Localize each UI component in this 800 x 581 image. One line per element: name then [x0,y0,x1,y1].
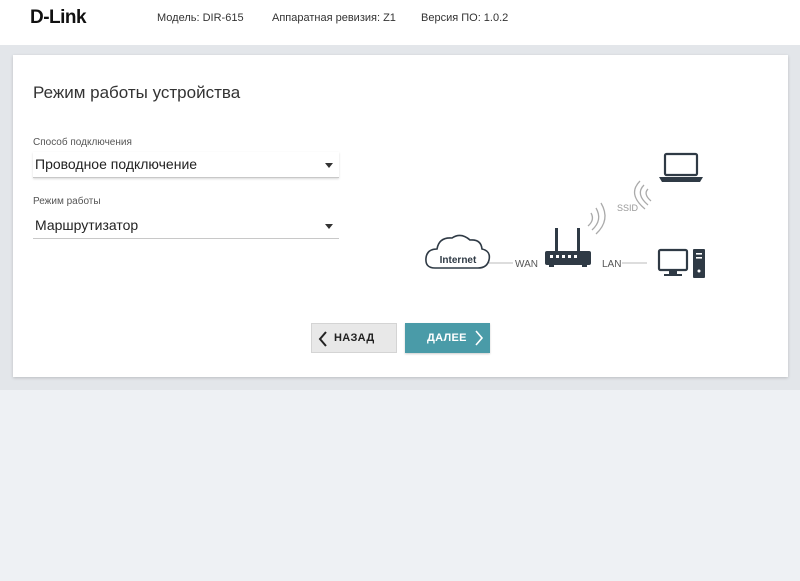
connection-method-select[interactable]: Проводное подключение [33,152,339,178]
chevron-right-icon [475,330,484,346]
cloud-icon: Internet [425,234,491,269]
desktop-computer-icon [657,248,705,278]
operation-mode-label: Режим работы [33,196,101,207]
hardware-revision-info: Аппаратная ревизия: Z1 [272,12,396,24]
header-bar: D-Link Модель: DIR-615 Аппаратная ревизи… [0,0,800,45]
connection-method-label: Способ подключения [33,137,132,148]
laptop-icon [659,152,703,182]
chevron-down-icon [325,224,333,229]
chevron-down-icon [325,163,333,168]
lan-label: LAN [602,259,621,270]
ssid-label: SSID [617,203,639,213]
model-info: Модель: DIR-615 [157,12,244,24]
operation-mode-value: Маршрутизатор [35,217,139,233]
wan-label: WAN [515,259,538,270]
router-icon [545,228,591,267]
dlink-logo: D-Link [30,7,87,28]
page-title: Режим работы устройства [33,83,241,102]
wifi-signal-icon [587,202,606,235]
connection-method-value: Проводное подключение [35,156,198,172]
wizard-card: Режим работы устройства Способ подключен… [13,55,788,377]
next-button[interactable]: ДАЛЕЕ [405,323,490,353]
operation-mode-select[interactable]: Маршрутизатор [33,213,339,239]
chevron-left-icon [318,331,327,347]
internet-label: Internet [440,255,477,266]
firmware-version-info: Версия ПО: 1.0.2 [421,12,509,24]
back-button[interactable]: НАЗАД [311,323,397,353]
back-button-label: НАЗАД [334,332,375,344]
network-diagram: Internet WAN LAN SSID [425,152,705,278]
next-button-label: ДАЛЕЕ [427,332,467,344]
